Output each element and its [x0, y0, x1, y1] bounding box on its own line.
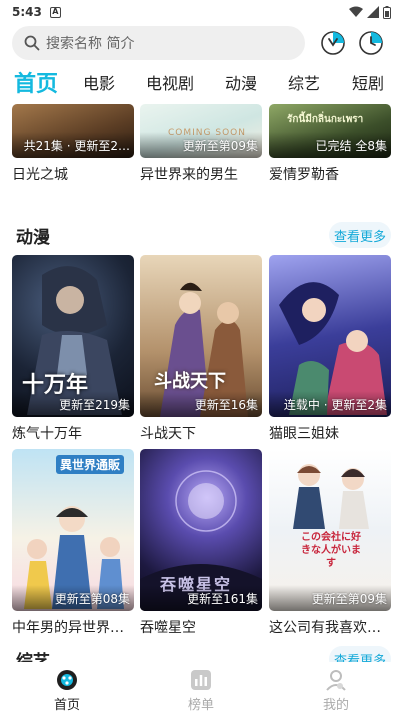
poster-image: この会社に好きな人がいます 更新至第09集	[269, 449, 391, 611]
episode-badge: 更新至161集	[187, 592, 258, 606]
episode-badge: 更新至219集	[59, 398, 130, 412]
tab-short-drama[interactable]: 短剧	[352, 70, 384, 94]
card-title: 中年男的异世界…	[12, 620, 124, 636]
poster-text: この会社に好きな人がいます	[301, 532, 361, 569]
nav-label: 榜单	[187, 698, 214, 713]
bottom-navigation: 首页 榜单 我的	[0, 664, 403, 718]
poster-image: 吞噬星空 更新至161集	[140, 449, 262, 611]
episode-badge: 共21集 · 更新至2…	[23, 139, 130, 153]
profile-icon	[326, 670, 346, 691]
episode-badge: 更新至16集	[194, 398, 258, 412]
search-input[interactable]: 搜索名称 简介	[12, 26, 305, 60]
tab-variety[interactable]: 综艺	[288, 70, 320, 94]
battery-icon	[383, 5, 391, 19]
poster-text: รักนี้มีกลิ่นกะเพรา	[287, 114, 364, 125]
signal-icon	[367, 6, 379, 18]
card-title: 猫眼三姐妹	[269, 426, 339, 442]
episode-badge: 更新至第09集	[311, 592, 387, 606]
home-icon	[57, 670, 77, 690]
video-card[interactable]: COMING SOON 更新至第09集 异世界来的男生	[140, 104, 262, 184]
tab-tv[interactable]: 电视剧	[146, 70, 194, 94]
episode-badge: 连载中 · 更新至2集	[283, 398, 387, 412]
anime-row-2: 異世界通販 更新至第08集 中年男的异世界… 更新至161集 吞噬星空 この会社…	[12, 449, 391, 639]
episode-badge: 已完结 全8集	[315, 139, 387, 153]
video-card[interactable]: この会社に好きな人がいます 更新至第09集 这公司有我喜欢…	[269, 449, 391, 637]
section-header-anime: 动漫 查看更多	[12, 220, 391, 250]
card-title: 斗战天下	[140, 426, 196, 442]
video-card[interactable]: 十万年 更新至219集 炼气十万年	[12, 255, 134, 443]
video-card[interactable]: 斗战天下 更新至16集 斗战天下	[140, 255, 262, 443]
nav-home[interactable]: 首页	[27, 668, 107, 713]
tab-movie[interactable]: 电影	[83, 70, 115, 94]
chart-icon	[191, 670, 211, 690]
nav-label: 我的	[322, 698, 349, 713]
drama-row: 共21集 · 更新至2… 日光之城 COMING SOON 更新至第09集 异世…	[12, 104, 391, 184]
search-icon	[24, 35, 40, 51]
tab-anime[interactable]: 动漫	[225, 70, 257, 94]
poster-image: 異世界通販 更新至第08集	[12, 449, 134, 611]
section-header-variety: 综艺 查看更多	[12, 644, 391, 662]
episode-badge: 更新至第09集	[182, 139, 258, 153]
episode-badge: 更新至第08集	[54, 592, 130, 606]
status-bar: 5:43 A	[0, 0, 403, 24]
poster-text: 斗战天下	[154, 371, 226, 392]
download-icon	[321, 31, 345, 55]
video-card[interactable]: 吞噬星空 更新至161集 吞噬星空	[140, 449, 262, 637]
view-more-button[interactable]: 查看更多	[329, 646, 391, 662]
poster-image: 十万年 更新至219集	[12, 255, 134, 417]
history-icon	[359, 31, 383, 55]
category-tabs: 首页 电影 电视剧 动漫 综艺 短剧	[0, 66, 403, 98]
download-button[interactable]	[319, 29, 347, 57]
poster-image: 斗战天下 更新至16集	[140, 255, 262, 417]
view-more-button[interactable]: 查看更多	[329, 222, 391, 248]
poster-image: 共21集 · 更新至2…	[12, 104, 134, 158]
nav-ranking[interactable]: 榜单	[161, 668, 241, 713]
video-card[interactable]: 连载中 · 更新至2集 猫眼三姐妹	[269, 255, 391, 443]
notification-icon: A	[49, 6, 61, 18]
search-row: 搜索名称 简介	[12, 26, 393, 60]
card-title: 异世界来的男生	[140, 167, 238, 183]
poster-image: COMING SOON 更新至第09集	[140, 104, 262, 158]
video-card[interactable]: 共21集 · 更新至2… 日光之城	[12, 104, 134, 184]
card-title: 这公司有我喜欢…	[269, 620, 381, 636]
search-placeholder: 搜索名称 简介	[46, 36, 135, 52]
anime-row-1: 十万年 更新至219集 炼气十万年 斗战天下 更新至16集 斗战天下 连载中 ·…	[12, 255, 391, 445]
history-button[interactable]	[357, 29, 385, 57]
card-title: 爱情罗勒香	[269, 167, 339, 183]
poster-image: 连载中 · 更新至2集	[269, 255, 391, 417]
nav-label: 首页	[53, 698, 80, 713]
section-title: 动漫	[16, 227, 50, 248]
wifi-icon	[349, 6, 363, 17]
video-card[interactable]: รักนี้มีกลิ่นกะเพรา 已完结 全8集 爱情罗勒香	[269, 104, 391, 184]
nav-profile[interactable]: 我的	[296, 668, 376, 713]
section-title: 综艺	[16, 651, 50, 663]
poster-image: รักนี้มีกลิ่นกะเพรา 已完结 全8集	[269, 104, 391, 158]
content-feed[interactable]: 共21集 · 更新至2… 日光之城 COMING SOON 更新至第09集 异世…	[0, 104, 403, 662]
status-time: 5:43	[12, 5, 42, 19]
card-title: 日光之城	[12, 167, 68, 183]
card-title: 炼气十万年	[12, 426, 82, 442]
video-card[interactable]: 異世界通販 更新至第08集 中年男的异世界…	[12, 449, 134, 637]
card-title: 吞噬星空	[140, 620, 196, 636]
tab-home[interactable]: 首页	[14, 66, 58, 98]
status-icons	[349, 5, 391, 19]
